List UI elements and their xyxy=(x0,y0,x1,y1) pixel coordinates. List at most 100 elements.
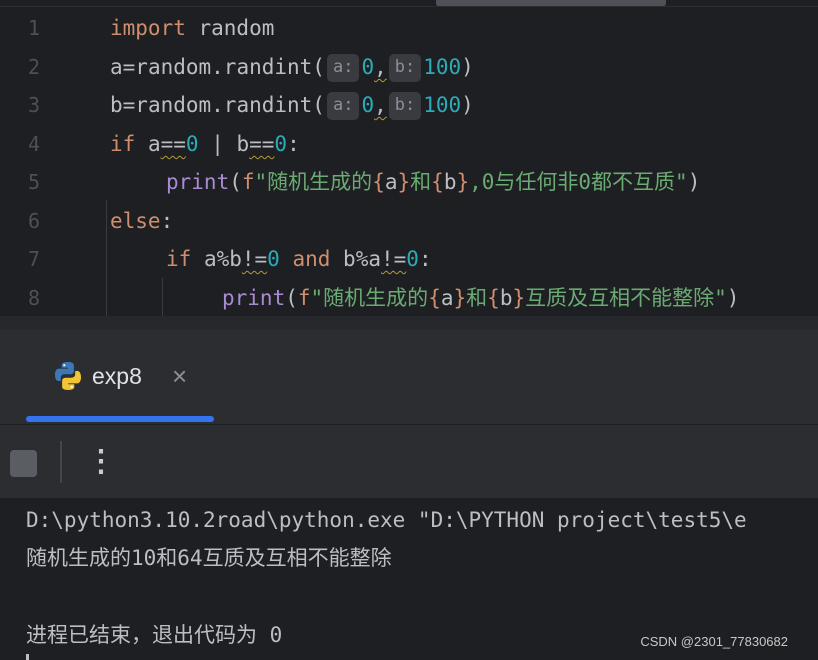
run-toolbar: ⋮ xyxy=(0,424,818,498)
code-text: =random.randint( xyxy=(122,93,325,117)
number-literal: 100 xyxy=(423,55,462,79)
indent-guide xyxy=(106,200,107,330)
param-hint: b: xyxy=(388,92,422,120)
line-number: 6 xyxy=(27,209,40,233)
operator: == xyxy=(249,132,275,156)
console-line: 随机生成的10和64互质及互相不能整除 xyxy=(26,546,392,570)
code-line-6[interactable]: else: xyxy=(110,202,173,240)
string-literal: 和 xyxy=(410,170,432,194)
line-number: 2 xyxy=(27,55,40,79)
string-literal: "随机生成的 xyxy=(254,170,373,194)
operator: != xyxy=(380,247,407,271)
line-number-gutter: 1 2 3 4 5 6 7 8 9 xyxy=(0,0,60,330)
operator: != xyxy=(241,247,268,271)
code-text: | b xyxy=(198,132,250,156)
param-hint: b: xyxy=(388,54,422,82)
console-line: D:\python3.10.2road\python.exe "D:\PYTHO… xyxy=(26,508,747,532)
string-literal: 和 xyxy=(466,286,488,310)
string-literal: 互质及互相不能整除" xyxy=(525,286,727,310)
keyword: else xyxy=(110,209,161,233)
code-text: ) xyxy=(726,286,740,310)
number-literal: 0 xyxy=(361,55,375,79)
fstring-brace: { xyxy=(431,170,444,194)
code-line-7[interactable]: if a%b!=0 and b%a!=0: xyxy=(166,240,432,278)
code-text: random xyxy=(185,16,275,40)
string-literal: "随机生成的 xyxy=(310,286,429,310)
code-text: : xyxy=(160,209,174,233)
code-line-3[interactable]: b=random.randint(a: 0, b: 100) xyxy=(110,86,474,124)
code-text: , xyxy=(374,55,387,79)
code-text: b%a xyxy=(330,247,381,271)
fstring-var: b xyxy=(499,286,513,310)
fstring-brace: { xyxy=(372,170,385,194)
fstring-prefix: f xyxy=(297,286,311,310)
keyword: and xyxy=(279,247,331,271)
close-icon[interactable]: × xyxy=(172,360,187,392)
code-text: , xyxy=(374,93,387,117)
code-text: a xyxy=(135,132,161,156)
code-line-5[interactable]: print(f"随机生成的{a}和{b},0与任何非0都不互质") xyxy=(166,163,700,201)
line-number: 8 xyxy=(27,286,40,310)
watermark: CSDN @2301_77830682 xyxy=(640,634,788,649)
console-output[interactable]: D:\python3.10.2road\python.exe "D:\PYTHO… xyxy=(0,498,818,660)
toolbar-separator xyxy=(60,441,62,483)
current-line-highlight xyxy=(0,316,818,330)
active-tab-indicator xyxy=(26,416,214,422)
operator: == xyxy=(160,132,186,156)
param-hint: a: xyxy=(326,92,360,120)
run-tab-exp8[interactable]: exp8 × xyxy=(26,332,214,424)
more-options-icon[interactable]: ⋮ xyxy=(86,441,116,483)
number-literal: 0 xyxy=(406,247,419,271)
fstring-brace: { xyxy=(428,286,441,310)
number-literal: 0 xyxy=(185,132,199,156)
console-line: 进程已结束，退出代码为 0 xyxy=(26,623,283,647)
number-literal: 100 xyxy=(423,93,462,117)
run-tab-bar: exp8 × xyxy=(0,332,818,424)
python-icon xyxy=(55,362,81,390)
code-text: : xyxy=(418,247,432,271)
code-line-2[interactable]: a=random.randint(a: 0, b: 100) xyxy=(110,48,474,86)
code-text: =random.randint( xyxy=(122,55,325,79)
line-number: 5 xyxy=(27,170,40,194)
code-line-4[interactable]: if a==0 | b==0: xyxy=(110,125,300,163)
code-text: b xyxy=(110,93,123,117)
line-number: 7 xyxy=(27,247,40,271)
editor-top-border xyxy=(0,6,818,7)
code-text: ( xyxy=(229,170,242,194)
fstring-brace: } xyxy=(456,170,470,194)
keyword: if xyxy=(166,247,192,271)
number-literal: 0 xyxy=(361,93,375,117)
fstring-brace: { xyxy=(487,286,500,310)
line-number: 1 xyxy=(27,16,40,40)
number-literal: 0 xyxy=(274,132,288,156)
keyword: if xyxy=(110,132,136,156)
fstring-brace: } xyxy=(397,170,411,194)
text-cursor xyxy=(26,654,29,660)
code-line-1[interactable]: import random xyxy=(110,9,274,47)
fstring-brace: } xyxy=(453,286,467,310)
code-text: ) xyxy=(461,55,474,79)
number-literal: 0 xyxy=(267,247,280,271)
string-literal: ,0与任何非0都不互质" xyxy=(469,170,688,194)
fstring-brace: } xyxy=(512,286,526,310)
function-name: print xyxy=(166,170,230,194)
code-text: a%b xyxy=(191,247,242,271)
fstring-var: b xyxy=(443,170,457,194)
stop-icon[interactable] xyxy=(10,450,37,477)
code-text: a xyxy=(110,55,123,79)
line-number: 3 xyxy=(27,93,40,117)
keyword: import xyxy=(110,16,186,40)
param-hint: a: xyxy=(326,54,360,82)
code-text: ( xyxy=(285,286,298,310)
fstring-var: a xyxy=(440,286,454,310)
fstring-var: a xyxy=(384,170,398,194)
code-text: : xyxy=(287,132,300,156)
tab-label: exp8 xyxy=(92,363,142,389)
line-number: 4 xyxy=(27,132,40,156)
code-text: ) xyxy=(461,93,474,117)
fstring-prefix: f xyxy=(241,170,255,194)
code-text: ) xyxy=(687,170,701,194)
code-line-8[interactable]: print(f"随机生成的{a}和{b}互质及互相不能整除") xyxy=(222,279,739,317)
code-editor[interactable]: 1 2 3 4 5 6 7 8 9 import random a=random… xyxy=(0,0,818,330)
function-name: print xyxy=(222,286,286,310)
